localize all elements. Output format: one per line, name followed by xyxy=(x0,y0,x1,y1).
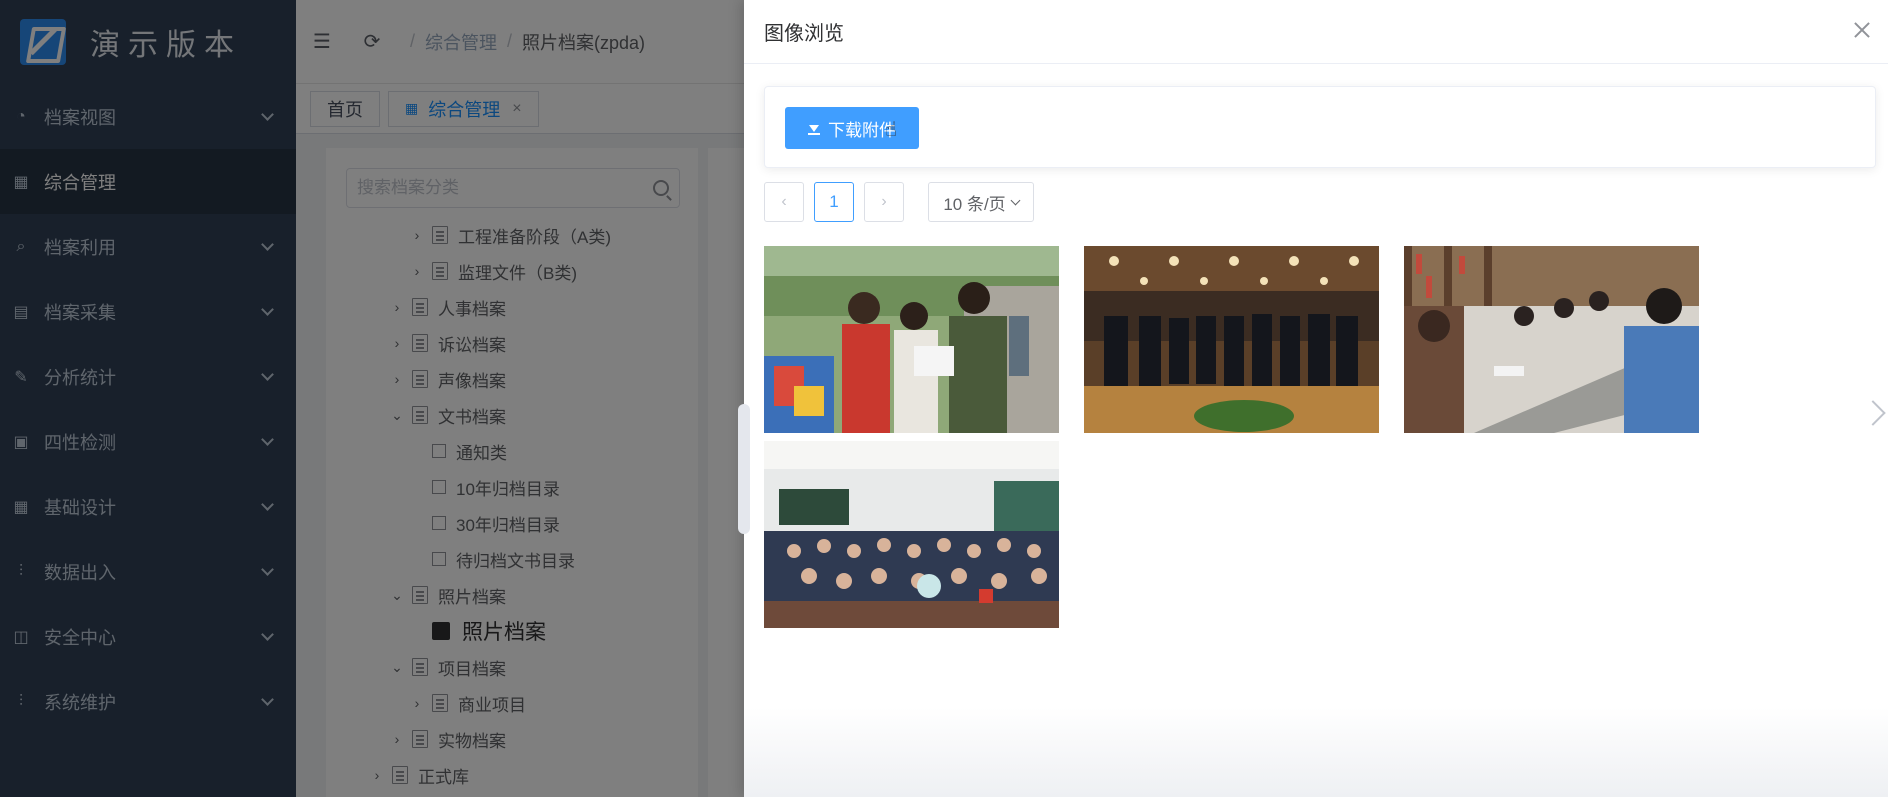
pagination: ‹ 1 › 10 条/页 xyxy=(764,182,1034,222)
image-browser-drawer: 图像浏览 下载附件 ☝ ‹ 1 › 10 条/页 xyxy=(738,0,1888,797)
close-icon[interactable] xyxy=(1850,18,1874,42)
drawer-header: 图像浏览 xyxy=(744,0,1888,64)
image-thumbnail[interactable] xyxy=(1404,246,1699,433)
chevron-down-icon xyxy=(1010,195,1021,205)
download-attachment-button[interactable]: 下载附件 xyxy=(785,107,919,149)
hand-cursor-icon: ☝ xyxy=(885,119,898,141)
drawer-footer xyxy=(744,707,1888,797)
drawer-title: 图像浏览 xyxy=(764,23,844,45)
library-meeting-photo xyxy=(1404,246,1699,433)
drawer-resize-handle[interactable] xyxy=(738,404,750,534)
page-size-value: 10 条/页 xyxy=(943,194,1006,214)
students-outdoor-photo xyxy=(764,246,1059,433)
classroom-audience-photo xyxy=(764,441,1059,628)
next-page-button[interactable]: › xyxy=(864,182,904,222)
page-size-select[interactable]: 10 条/页 xyxy=(928,182,1034,222)
image-thumbnail[interactable] xyxy=(764,441,1059,628)
image-thumbnail[interactable] xyxy=(1084,246,1379,433)
prev-page-button[interactable]: ‹ xyxy=(764,182,804,222)
drawer-toolbar: 下载附件 ☝ xyxy=(764,86,1876,168)
page-number-current[interactable]: 1 xyxy=(814,182,854,222)
image-thumbnail[interactable] xyxy=(764,246,1059,433)
download-icon xyxy=(808,121,820,135)
next-image-icon[interactable] xyxy=(1860,400,1886,426)
ceremony-hall-photo xyxy=(1084,246,1379,433)
